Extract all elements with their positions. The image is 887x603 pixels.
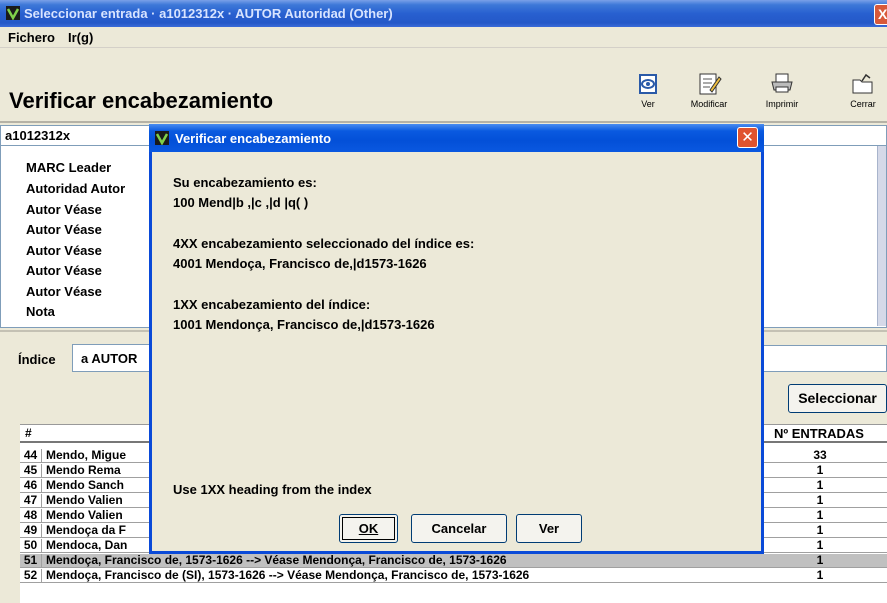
row-count: 1 (816, 493, 824, 507)
app-icon (6, 6, 20, 20)
row-number: 45 (20, 464, 42, 478)
row-heading: Mendoca, Dan (46, 538, 128, 552)
field-label[interactable]: MARC Leader (26, 160, 111, 175)
row-count: 1 (816, 463, 824, 477)
dialog-heading-label: Su encabezamiento es: (173, 175, 317, 190)
field-label[interactable]: Autoridad Autor (26, 181, 125, 196)
edit-icon (699, 73, 722, 95)
dialog-1xx-label: 1XX encabezamiento del índice: (173, 297, 371, 312)
window-close-button[interactable]: X (874, 4, 887, 25)
ver-toolbar-label: Ver (641, 99, 655, 109)
dialog-1xx-value: 1001 Mendonça, Francisco de,|d1573-1626 (173, 317, 435, 332)
menu-ir[interactable]: Ir(g) (68, 30, 93, 45)
row-number: 44 (20, 449, 42, 463)
row-heading: Mendo Sanch (46, 478, 125, 492)
modificar-toolbar-label: Modificar (690, 99, 728, 109)
table-row-selected[interactable]: 51 Mendoça, Francisco de, 1573-1626 --> … (20, 554, 887, 568)
row-heading: Mendo, Migue (46, 448, 126, 462)
row-heading: Mendo Valien (46, 493, 123, 507)
seleccionar-button[interactable]: Seleccionar (788, 384, 887, 413)
ok-button[interactable]: OK (339, 514, 398, 543)
dialog-title-bar: Verificar encabezamiento ✕ (149, 124, 764, 152)
window-title: Seleccionar entrada · a1012312x · AUTOR … (24, 6, 393, 21)
row-heading: Mendo Rema (46, 463, 121, 477)
field-label[interactable]: Nota (26, 304, 55, 319)
row-heading: Mendoça, Francisco de, 1573-1626 --> Véa… (46, 553, 507, 567)
header: Verificar encabezamiento Ver Modificar I… (0, 48, 887, 123)
modificar-toolbar-button[interactable]: Modificar (684, 72, 734, 120)
row-heading: Mendo Valien (46, 508, 123, 522)
row-number: 52 (20, 569, 42, 583)
ver-button[interactable]: Ver (516, 514, 582, 543)
row-number: 51 (20, 554, 42, 568)
imprimir-toolbar-button[interactable]: Imprimir (757, 72, 807, 120)
row-count: 1 (816, 538, 824, 552)
row-heading: Mendoça, Francisco de (SI), 1573-1626 --… (46, 568, 530, 582)
row-count: 1 (816, 553, 824, 567)
eye-icon (639, 74, 657, 94)
verify-heading-dialog: Verificar encabezamiento ✕ Su encabezami… (149, 124, 764, 554)
fields-scrollbar[interactable] (877, 146, 886, 326)
ver-toolbar-button[interactable]: Ver (623, 72, 673, 120)
record-id: a1012312x (5, 128, 71, 143)
dialog-4xx-value: 4001 Mendoça, Francisco de,|d1573-1626 (173, 256, 427, 271)
cerrar-toolbar-label: Cerrar (850, 99, 876, 109)
row-count: 1 (816, 568, 824, 582)
imprimir-toolbar-label: Imprimir (765, 99, 799, 109)
app-icon (155, 131, 169, 145)
field-label[interactable]: Autor Véase (26, 263, 102, 278)
cerrar-toolbar-button[interactable]: Cerrar (838, 72, 887, 120)
cancel-button[interactable]: Cancelar (411, 514, 507, 543)
ok-button-label: OK (358, 521, 379, 536)
menu-bar: Fichero Ir(g) (0, 27, 887, 48)
close-folder-icon (852, 73, 873, 94)
row-count: 33 (813, 448, 827, 462)
field-label[interactable]: Autor Véase (26, 222, 102, 237)
column-header-entries: Nº ENTRADAS (774, 426, 864, 441)
row-number: 46 (20, 479, 42, 493)
row-count: 1 (816, 478, 824, 492)
printer-icon (771, 73, 793, 93)
field-label[interactable]: Autor Véase (26, 284, 102, 299)
row-count: 1 (816, 508, 824, 522)
dialog-note: Use 1XX heading from the index (173, 482, 372, 497)
table-row[interactable]: 52 Mendoça, Francisco de (SI), 1573-1626… (20, 569, 887, 583)
field-label[interactable]: Autor Véase (26, 202, 102, 217)
cancel-button-label: Cancelar (431, 521, 487, 536)
dialog-title: Verificar encabezamiento (175, 131, 332, 146)
dialog-close-button[interactable]: ✕ (737, 127, 758, 148)
page-title: Verificar encabezamiento (9, 88, 274, 113)
column-header-number: # (25, 426, 32, 440)
row-count: 1 (816, 523, 824, 537)
dialog-4xx-label: 4XX encabezamiento seleccionado del índi… (173, 236, 475, 251)
window-title-bar: Seleccionar entrada · a1012312x · AUTOR … (0, 0, 887, 27)
dialog-heading-value: 100 Mend|b ,|c ,|d |q( ) (173, 195, 309, 210)
index-label: Índice (18, 352, 56, 367)
row-heading: Mendoça da F (46, 523, 127, 537)
menu-fichero[interactable]: Fichero (8, 30, 55, 45)
field-label[interactable]: Autor Véase (26, 243, 102, 258)
row-number: 48 (20, 509, 42, 523)
row-number: 47 (20, 494, 42, 508)
search-input[interactable] (760, 345, 887, 372)
row-number: 50 (20, 539, 42, 553)
row-number: 49 (20, 524, 42, 538)
ver-button-label: Ver (538, 521, 560, 536)
